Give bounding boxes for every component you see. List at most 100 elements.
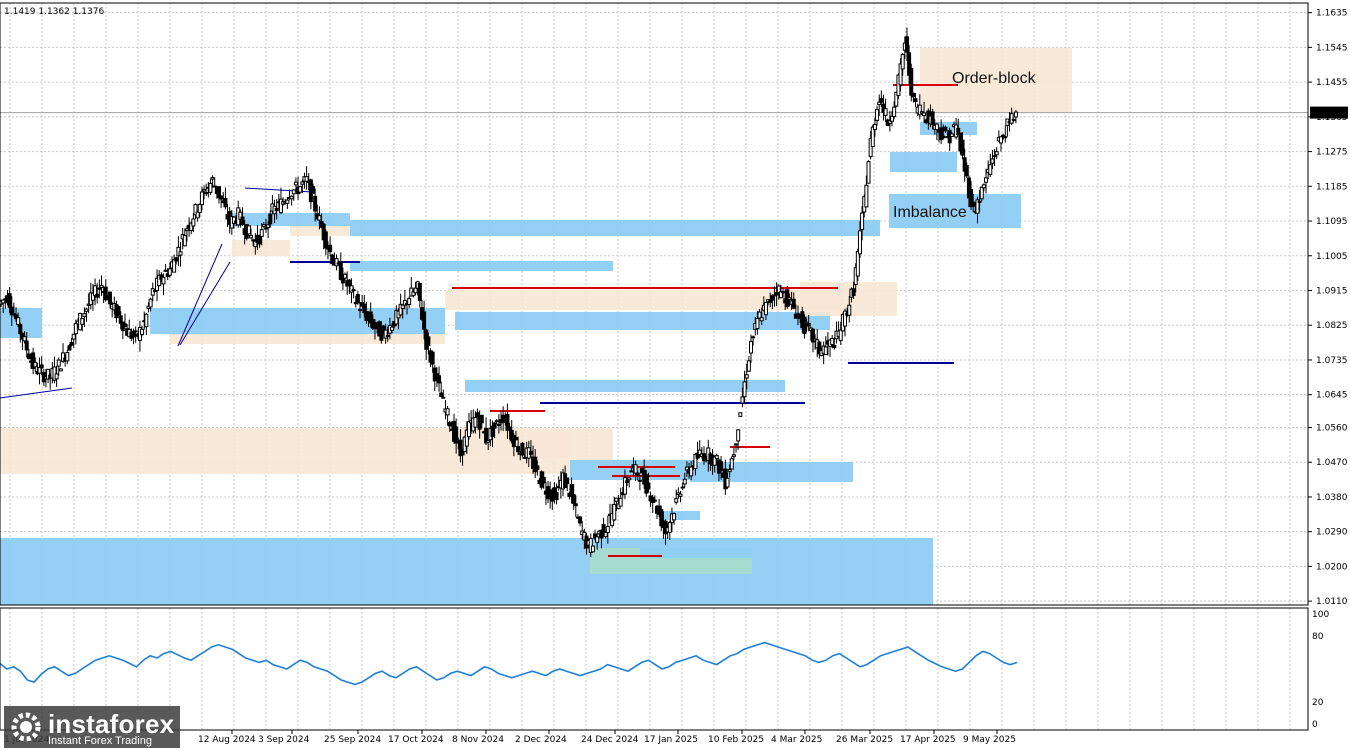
osc-y-tick-label: 80 (1312, 632, 1324, 642)
candle-body (191, 218, 196, 227)
candle-body (413, 287, 418, 294)
candle-body (383, 329, 388, 339)
candle-body (317, 215, 322, 221)
candle-body (202, 188, 207, 192)
candle-body (674, 498, 679, 503)
y-tick-label: 1.1545 (1316, 43, 1348, 53)
candle-body (984, 177, 989, 183)
candle-body (729, 458, 734, 470)
candle-body (311, 186, 316, 194)
candle-body (860, 212, 865, 231)
y-tick-label: 1.0645 (1316, 391, 1348, 401)
candle-body (802, 316, 807, 334)
candle-body (748, 340, 753, 354)
candle-body (964, 165, 969, 177)
candle-body (257, 235, 262, 245)
candle-body (787, 297, 792, 300)
candle-body (736, 429, 741, 442)
candle-body (678, 493, 683, 497)
candle-body (992, 155, 997, 158)
candle-body (637, 479, 642, 482)
candle-body (82, 313, 87, 318)
candle-body (140, 328, 145, 335)
candle-body (148, 298, 153, 308)
candle-body (900, 54, 905, 70)
x-tick-label: 9 May 2025 (963, 735, 1016, 745)
candle-body (161, 276, 166, 285)
y-tick-label: 1.0380 (1316, 493, 1348, 503)
candle-body (744, 374, 749, 379)
candle-body (122, 323, 127, 327)
candle-body (407, 298, 412, 305)
candle-body (590, 545, 595, 553)
candle-body (913, 98, 918, 103)
candle-body (981, 184, 986, 189)
price-chart[interactable]: 1.16351.15451.14551.13651.12751.11851.10… (0, 0, 1350, 750)
candle-body (781, 291, 786, 294)
candle-body (625, 480, 630, 484)
candle-body (289, 195, 294, 200)
candle-body (475, 412, 480, 417)
candle-body (400, 304, 405, 309)
candle-body (751, 336, 756, 339)
candle-body (847, 304, 852, 316)
candle-body (22, 336, 27, 342)
candle-body (240, 216, 245, 226)
candle-body (24, 340, 29, 351)
candle-body (507, 426, 512, 431)
candle-body (466, 421, 471, 438)
candle-body (806, 322, 811, 327)
candle-body (646, 482, 651, 490)
candle-body (635, 472, 640, 476)
candle-body (627, 477, 632, 481)
candle-body (727, 469, 732, 473)
candle-body (830, 338, 835, 345)
candle-body (501, 414, 506, 423)
candle-body (208, 182, 213, 193)
y-tick-label: 1.0290 (1316, 528, 1348, 538)
candle-body (437, 375, 442, 384)
candle-body (300, 181, 305, 185)
x-tick-label: 4 Mar 2025 (771, 735, 822, 745)
zone-imbalance (350, 220, 880, 236)
candle-body (864, 184, 869, 208)
candle-body (358, 309, 363, 312)
candle-body (441, 396, 446, 399)
x-tick-label: 2 Dec 2024 (515, 735, 567, 745)
y-tick-label: 1.1005 (1316, 252, 1348, 262)
candle-body (293, 181, 298, 186)
candle-body (1013, 111, 1018, 118)
candle-body (770, 295, 775, 301)
candle-body (879, 98, 884, 103)
osc-y-tick-label: 0 (1312, 720, 1318, 730)
candle-body (103, 286, 108, 301)
x-tick-label: 12 Aug 2024 (198, 735, 256, 745)
ohlc-readout: 1.1419 1.1362 1.1376 (4, 7, 104, 17)
candle-body (298, 186, 303, 193)
candle-body (390, 326, 395, 331)
candle-body (99, 285, 104, 289)
candle-body (605, 525, 610, 534)
candle-body (259, 229, 264, 237)
candle-body (116, 306, 121, 316)
candle-body (56, 359, 61, 367)
candle-body (417, 282, 422, 302)
candle-body (622, 477, 627, 495)
candle-body (197, 203, 202, 214)
candle-body (422, 311, 427, 330)
x-tick-label: 17 Jan 2025 (644, 735, 698, 745)
candle-body (249, 234, 254, 239)
candle-body (204, 192, 209, 195)
y-tick-label: 1.1635 (1316, 9, 1348, 19)
candle-body (943, 126, 948, 132)
candle-body (911, 92, 916, 98)
candle-body (347, 279, 352, 287)
candle-body (672, 513, 677, 521)
zone-imbalance (0, 538, 933, 605)
candle-body (1003, 136, 1008, 139)
candle-body (872, 124, 877, 131)
y-tick-label: 1.0200 (1316, 562, 1348, 572)
candle-body (108, 291, 113, 305)
candle-body (54, 373, 59, 380)
candle-body (855, 250, 860, 277)
